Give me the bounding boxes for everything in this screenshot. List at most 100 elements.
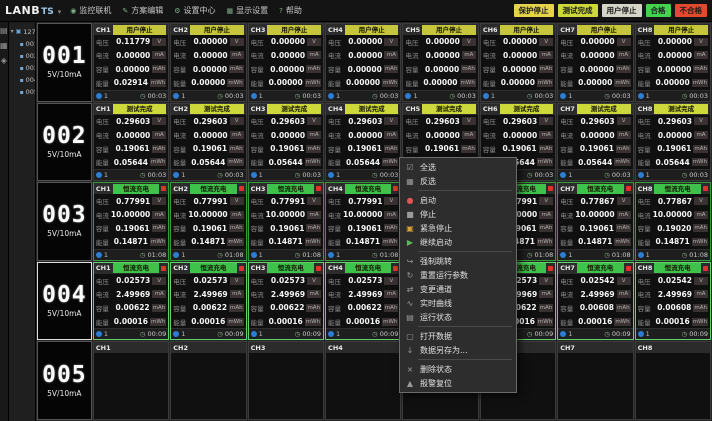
channel-card-001-ch4[interactable]: CH4用户停止电压0.00000V电流0.00000mA容量0.00000mAh… (325, 23, 401, 102)
context-menu-item-resume-start[interactable]: ▶继续启动 (400, 235, 516, 249)
channel-card-004-ch7[interactable]: CH7恒流充电电压0.02542V电流2.49969mA容量0.00608mAh… (557, 262, 633, 341)
voltage-unit: V (230, 38, 244, 46)
device-display-004[interactable]: 0045V/10mA (37, 262, 92, 341)
channel-card-002-ch8[interactable]: CH8测试完成电压0.29603V电流0.00000mA容量0.19061mAh… (635, 103, 711, 182)
channel-header: CH1恒流充电 (94, 263, 168, 274)
context-menu-item-select-all[interactable]: ☑全选 (400, 160, 516, 174)
context-menu-item-force-jump[interactable]: ↪强制跳转 (400, 254, 516, 268)
device-grid: 0015V/10mACH1用户停止电压0.11779V电流0.00000mA容量… (36, 22, 712, 421)
energy-label: 能量 (405, 78, 418, 88)
channel-card-001-ch7[interactable]: CH7用户停止电压0.00000V电流0.00000mA容量0.00000mAh… (557, 23, 633, 102)
channel-card-003-ch2[interactable]: CH2恒流充电电压0.77991V电流10.00000mA容量0.19061mA… (170, 182, 246, 261)
device-display-003[interactable]: 0035V/10mA (37, 182, 92, 261)
context-menu-item-stop[interactable]: ■停止 (400, 207, 516, 221)
channel-card-005-ch3[interactable]: CH3 (248, 341, 324, 420)
energy-label: 能量 (251, 317, 264, 327)
channel-card-001-ch6[interactable]: CH6用户停止电压0.00000V电流0.00000mA容量0.00000mAh… (480, 23, 556, 102)
tree-device-item-5[interactable]: ▪005 [5V/10mA-1.1-20180501005] (11, 88, 33, 96)
open-data-icon: ▢ (404, 332, 416, 341)
energy-unit: mWh (614, 79, 630, 87)
step-number: 1 (181, 92, 185, 100)
channel-status-badge: 恒流充电 (267, 184, 314, 194)
channel-card-001-ch5[interactable]: CH5用户停止电压0.00000V电流0.00000mA容量0.00000mAh… (402, 23, 478, 102)
channel-card-004-ch1[interactable]: CH1恒流充电电压0.02573V电流2.49969mA容量0.00622mAh… (93, 262, 169, 341)
current-unit: mA (539, 131, 553, 139)
voltage-label: 电压 (173, 196, 186, 206)
channel-voltage-row: 电压0.00000V (249, 35, 323, 49)
channel-card-003-ch3[interactable]: CH3恒流充电电压0.77991V电流10.00000mA容量0.19061mA… (248, 182, 324, 261)
voltage-value: 0.29603 (498, 117, 537, 126)
current-value: 2.49969 (575, 290, 614, 299)
context-menu-item-reset-run-params[interactable]: ↻重置运行参数 (400, 268, 516, 282)
menubar-item-settings-center[interactable]: ⚙设置中心 (174, 5, 215, 16)
channel-card-005-ch4[interactable]: CH4 (325, 341, 401, 420)
tree-device-item-1[interactable]: ▪001 [5V/10mA-1.1-20180501001] (11, 40, 33, 48)
menu-separator (418, 251, 512, 252)
channel-card-003-ch1[interactable]: CH1恒流充电电压0.77991V电流10.00000mA容量0.19061mA… (93, 182, 169, 261)
channel-card-002-ch3[interactable]: CH3测试完成电压0.29603V电流0.00000mA容量0.19061mAh… (248, 103, 324, 182)
channel-card-002-ch2[interactable]: CH2测试完成电压0.29603V电流0.00000mA容量0.19061mAh… (170, 103, 246, 182)
channel-card-004-ch2[interactable]: CH2恒流充电电压0.02573V电流2.49969mA容量0.00622mAh… (170, 262, 246, 341)
device-display-005[interactable]: 0055V/10mA (37, 341, 92, 420)
channel-card-002-ch1[interactable]: CH1测试完成电压0.29603V电流0.00000mA容量0.19061mAh… (93, 103, 169, 182)
device-display-001[interactable]: 0015V/10mA (37, 23, 92, 102)
channel-card-004-ch8[interactable]: CH8恒流充电电压0.02542V电流2.49969mA容量0.00608mAh… (635, 262, 711, 341)
capacity-unit: mAh (152, 145, 167, 153)
context-menu-item-save-data-as[interactable]: ↓数据另存为... (400, 343, 516, 357)
tree-device-item-3[interactable]: ▪003 [5V/10mA-1.1-20180501003] (11, 64, 33, 72)
menubar-item-plan-edit[interactable]: ✎方案编辑 (122, 5, 163, 16)
context-menu-item-delete-status[interactable]: ×删除状态 (400, 362, 516, 376)
channel-capacity-row: 容量0.00622mAh (94, 301, 168, 315)
context-menu-item-label: 继续启动 (420, 237, 452, 248)
energy-unit: mWh (537, 238, 553, 246)
tree-device-item-2[interactable]: ▪002 [5V/10mA-1.1-20180501002] (11, 52, 33, 60)
context-menu-item-run-status[interactable]: ▤运行状态 (400, 310, 516, 324)
menubar-item-display-settings[interactable]: ▦显示设置 (227, 5, 269, 16)
channel-card-002-ch4[interactable]: CH4测试完成电压0.29603V电流0.00000mA容量0.19061mAh… (325, 103, 401, 182)
menubar-item-monitor-link[interactable]: ◉监控联机 (70, 5, 111, 16)
channel-card-005-ch8[interactable]: CH8 (635, 341, 711, 420)
device-list-icon[interactable]: ▤ (0, 27, 8, 35)
footer-time-group: ◷00:03 (372, 171, 398, 179)
step-icon (173, 331, 179, 337)
channel-card-005-ch7[interactable]: CH7 (557, 341, 633, 420)
menubar-item-label: 帮助 (286, 5, 302, 16)
channel-card-001-ch2[interactable]: CH2用户停止电压0.00000V电流0.00000mA容量0.00000mAh… (170, 23, 246, 102)
channel-card-005-ch2[interactable]: CH2 (170, 341, 246, 420)
capacity-label: 容量 (251, 144, 264, 154)
context-menu-item-realtime-curve[interactable]: ∿实时曲线 (400, 296, 516, 310)
capacity-label: 容量 (173, 144, 186, 154)
capacity-unit: mAh (539, 145, 554, 153)
tree-device-item-4[interactable]: ▪004 [5V/10mA-1.1-20180501004] (11, 76, 33, 84)
capacity-unit: mAh (384, 145, 399, 153)
capacity-label: 容量 (251, 303, 264, 313)
channel-card-001-ch3[interactable]: CH3用户停止电压0.00000V电流0.00000mA容量0.00000mAh… (248, 23, 324, 102)
channel-card-003-ch4[interactable]: CH4恒流充电电压0.77991V电流10.00000mA容量0.19061mA… (325, 182, 401, 261)
tree-expand-icon[interactable]: ▾ (11, 28, 14, 35)
context-menu-item-emergency-stop[interactable]: ▣紧急停止 (400, 221, 516, 235)
context-menu-item-invert-selection[interactable]: ▦反选 (400, 174, 516, 188)
device-display-002[interactable]: 0025V/10mA (37, 103, 92, 182)
channel-card-002-ch7[interactable]: CH7测试完成电压0.29603V电流0.00000mA容量0.19061mAh… (557, 103, 633, 182)
channel-card-004-ch4[interactable]: CH4恒流充电电压0.02573V电流2.49969mA容量0.00622mAh… (325, 262, 401, 341)
voltage-label: 电压 (251, 276, 264, 286)
channel-card-003-ch8[interactable]: CH8恒流充电电压0.77867V电流10.00000mA容量0.19020mA… (635, 182, 711, 261)
menubar-item-help[interactable]: ?帮助 (279, 5, 302, 16)
tree-root-node[interactable]: ▾▣127.0.0.1:2001,2000 (连接设备5 台) (11, 26, 33, 36)
capacity-label: 容量 (405, 64, 418, 74)
current-label: 电流 (560, 289, 573, 299)
context-menu-item-open-data[interactable]: ▢打开数据 (400, 329, 516, 343)
channel-card-001-ch1[interactable]: CH1用户停止电压0.11779V电流0.00000mA容量0.00000mAh… (93, 23, 169, 102)
monitor-view-icon[interactable]: ▦ (0, 42, 8, 50)
channel-card-004-ch3[interactable]: CH3恒流充电电压0.02573V电流2.49969mA容量0.00622mAh… (248, 262, 324, 341)
alarm-view-icon[interactable]: ◈ (1, 57, 7, 65)
caret-down-icon[interactable]: ▾ (58, 8, 62, 16)
change-channel-icon: ⇄ (404, 285, 416, 294)
channel-card-005-ch1[interactable]: CH1 (93, 341, 169, 420)
context-menu-item-label: 重置运行参数 (420, 270, 468, 281)
channel-card-003-ch7[interactable]: CH7恒流充电电压0.77867V电流10.00000mA容量0.19061mA… (557, 182, 633, 261)
channel-card-001-ch8[interactable]: CH8用户停止电压0.00000V电流0.00000mA容量0.00000mAh… (635, 23, 711, 102)
context-menu-item-start[interactable]: ●启动 (400, 193, 516, 207)
context-menu-item-change-channel[interactable]: ⇄变更通道 (400, 282, 516, 296)
context-menu-item-alarm-reset[interactable]: ▲报警复位 (400, 376, 516, 390)
